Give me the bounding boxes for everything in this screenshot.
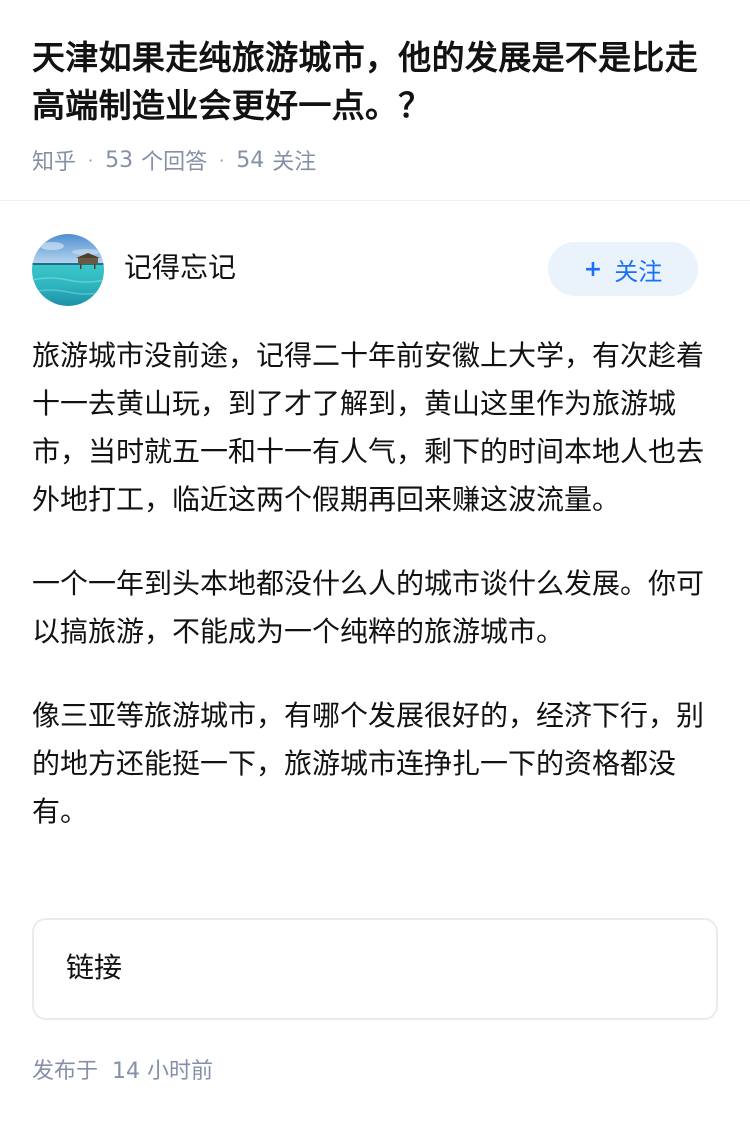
publish-time-value: 14 小时前 [112, 1059, 214, 1084]
question-header: 天津如果走纯旅游城市，他的发展是不是比走高端制造业会更好一点。？ 知乎 · 53… [0, 0, 750, 201]
answer-count-label: 个回答 [141, 150, 208, 175]
follower-count-label: 关注 [272, 150, 317, 175]
answer-count: 53 [105, 147, 134, 173]
question-meta: 知乎 · 53 个回答 · 54 关注 [32, 144, 316, 176]
answer-author: 记得忘记 + 关注 [32, 234, 718, 306]
link-card-label: 链接 [66, 951, 123, 984]
publish-prefix: 发布于 [32, 1059, 99, 1084]
meta-separator: · [88, 150, 94, 170]
question-title[interactable]: 天津如果走纯旅游城市，他的发展是不是比走高端制造业会更好一点。？ [32, 34, 722, 130]
meta-separator: · [219, 150, 225, 170]
answer-paragraph: 像三亚等旅游城市，有哪个发展很好的，经济下行，别的地方还能挺一下，旅游城市连挣扎… [32, 699, 705, 828]
avatar[interactable] [32, 234, 104, 306]
answer-content: 旅游城市没前途，记得二十年前安徽上大学，有次趁着十一去黄山玩，到了才了解到，黄山… [32, 332, 722, 872]
plus-icon: + [583, 256, 603, 282]
follower-count: 54 [236, 147, 265, 173]
answer-paragraph: 一个一年到头本地都没什么人的城市谈什么发展。你可以搞旅游，不能成为一个纯粹的旅游… [32, 567, 705, 648]
publish-time: 发布于 14 小时前 [32, 1054, 213, 1090]
follow-button[interactable]: + 关注 [548, 242, 698, 296]
answer-paragraph: 旅游城市没前途，记得二十年前安徽上大学，有次趁着十一去黄山玩，到了才了解到，黄山… [32, 339, 705, 516]
author-name[interactable]: 记得忘记 [124, 248, 236, 288]
source-label: 知乎 [32, 150, 77, 175]
avatar-image [32, 234, 104, 306]
follow-button-label: 关注 [614, 257, 663, 286]
link-card[interactable]: 链接 [32, 918, 718, 1020]
